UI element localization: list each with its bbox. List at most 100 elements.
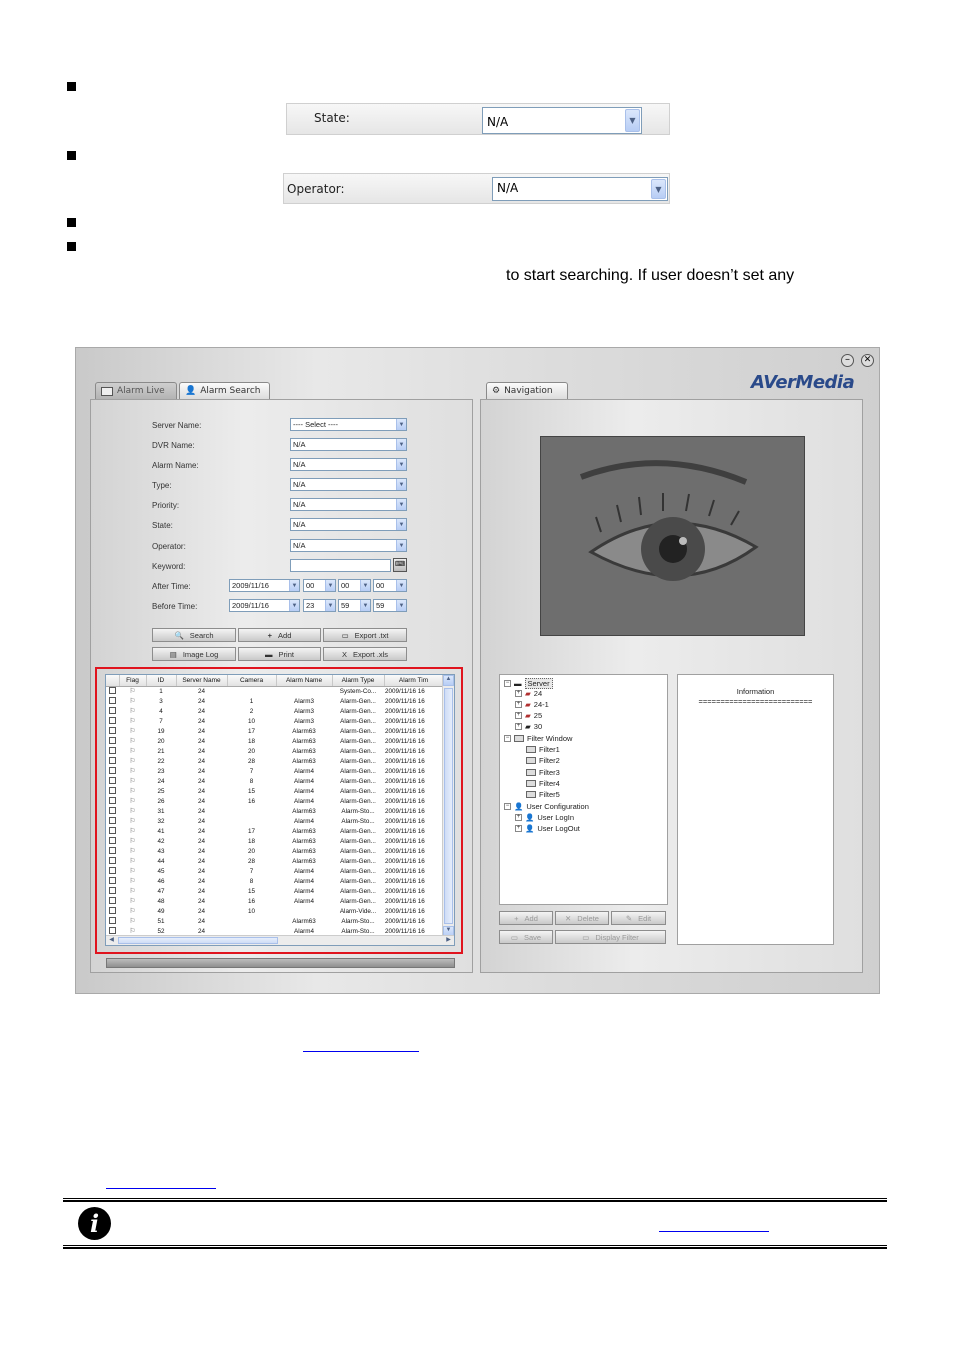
expand-icon[interactable]: +	[515, 690, 522, 697]
tree-node-server[interactable]: − ▬ Server	[504, 678, 553, 689]
after-minute-select[interactable]: 00 ▼	[338, 579, 371, 592]
image-log-label: Image Log	[182, 649, 219, 659]
minimize-icon[interactable]: –	[841, 354, 854, 367]
chevron-down-icon[interactable]: ▼	[325, 600, 335, 611]
chevron-down-icon[interactable]: ▼	[396, 479, 406, 490]
dvr-name-select[interactable]: N/A ▼	[290, 438, 407, 451]
alarm-name-select[interactable]: N/A ▼	[290, 458, 407, 471]
export-txt-button[interactable]: ▭ Export .txt	[323, 628, 407, 642]
tree-node-filter2-label: Filter2	[539, 756, 560, 765]
chevron-down-icon[interactable]: ▼	[396, 519, 406, 530]
information-title: Information	[736, 687, 775, 696]
navigation-icon: ⚙	[492, 386, 501, 396]
export-txt-label: Export .txt	[354, 630, 389, 640]
tree-node-filter-window[interactable]: − Filter Window	[504, 734, 572, 743]
expand-icon[interactable]: +	[515, 712, 522, 719]
link-underline-1[interactable]	[303, 1051, 419, 1052]
tree-save-button[interactable]: ▭ Save	[499, 930, 553, 944]
chevron-down-icon[interactable]: ▼	[396, 600, 406, 611]
tree-node-filter2[interactable]: Filter2	[526, 756, 560, 765]
search-icon: 🔍	[174, 630, 184, 640]
chevron-down-icon[interactable]: ▼	[396, 540, 406, 551]
expand-icon[interactable]: +	[515, 814, 522, 821]
tree-node-server-label: Server	[524, 678, 553, 689]
image-log-button[interactable]: ▤ Image Log	[152, 647, 236, 661]
tree-node-24[interactable]: + ▰ 24	[515, 689, 542, 698]
camera-icon	[101, 386, 113, 396]
user-icon: 👤	[525, 813, 535, 822]
tree-node-filter3[interactable]: Filter3	[526, 768, 560, 777]
tab-navigation[interactable]: ⚙ Navigation	[486, 382, 568, 399]
export-xls-button[interactable]: X Export .xls	[323, 647, 407, 661]
information-rule: ==========================	[698, 697, 813, 706]
expand-icon[interactable]: +	[515, 723, 522, 730]
server-name-select[interactable]: ---- Select ---- ▼	[290, 418, 407, 431]
add-button[interactable]: + Add	[238, 628, 321, 642]
plus-icon: +	[267, 630, 273, 640]
chevron-down-icon[interactable]: ▼	[396, 459, 406, 470]
after-hour-select[interactable]: 00 ▼	[303, 579, 336, 592]
excel-icon: X	[341, 649, 347, 659]
tree-delete-button[interactable]: ✕ Delete	[555, 911, 609, 925]
collapse-icon[interactable]: −	[504, 735, 511, 742]
operator-snippet-value: N/A	[497, 181, 519, 195]
priority-select[interactable]: N/A ▼	[290, 498, 407, 511]
chevron-down-icon[interactable]: ▼	[396, 580, 406, 591]
tree-node-25[interactable]: + ▰ 25	[515, 711, 542, 720]
before-time-label: Before Time:	[152, 602, 198, 611]
filter-icon	[526, 791, 536, 798]
expand-icon[interactable]: +	[515, 701, 522, 708]
before-date-select[interactable]: 2009/11/16 ▼	[229, 599, 300, 612]
chevron-down-icon[interactable]: ▼	[625, 109, 640, 132]
after-second-select[interactable]: 00 ▼	[373, 579, 407, 592]
info-icon: i	[78, 1207, 111, 1240]
chevron-down-icon[interactable]: ▼	[360, 580, 370, 591]
after-date-select[interactable]: 2009/11/16 ▼	[229, 579, 300, 592]
before-minute-select[interactable]: 59 ▼	[338, 599, 371, 612]
keyword-label: Keyword:	[152, 562, 186, 571]
tree-edit-button[interactable]: ✎ Edit	[611, 911, 666, 925]
tree-node-24-1[interactable]: + ▰ 24-1	[515, 700, 549, 709]
tree-node-user-login[interactable]: + 👤 User LogIn	[515, 813, 574, 822]
state-select[interactable]: N/A ▼	[290, 518, 407, 531]
link-underline-3[interactable]	[659, 1231, 769, 1232]
tree-node-user-logout[interactable]: + 👤 User LogOut	[515, 824, 580, 833]
chevron-down-icon[interactable]: ▼	[289, 580, 299, 591]
tree-node-user-configuration[interactable]: − 👤 User Configuration	[504, 802, 589, 811]
tab-alarm-search[interactable]: 👤 Alarm Search	[179, 382, 270, 399]
operator-snippet-select[interactable]: N/A ▼	[492, 177, 668, 201]
keyword-input[interactable]	[290, 559, 391, 572]
display-filter-button[interactable]: ▭ Display Filter	[555, 930, 666, 944]
chevron-down-icon[interactable]: ▼	[325, 580, 335, 591]
tree-node-filter4[interactable]: Filter4	[526, 779, 560, 788]
chevron-down-icon[interactable]: ▼	[651, 179, 666, 199]
close-icon[interactable]: ✕	[861, 354, 874, 367]
before-second-select[interactable]: 59 ▼	[373, 599, 407, 612]
tree-add-button[interactable]: + Add	[499, 911, 553, 925]
print-button[interactable]: ▬ Print	[238, 647, 321, 661]
state-label: State:	[152, 521, 173, 530]
collapse-icon[interactable]: −	[504, 803, 511, 810]
tree-node-filter1[interactable]: Filter1	[526, 745, 560, 754]
tree-node-30[interactable]: + ▰ 30	[515, 722, 542, 731]
chevron-down-icon[interactable]: ▼	[360, 600, 370, 611]
operator-select[interactable]: N/A ▼	[290, 539, 407, 552]
chevron-down-icon[interactable]: ▼	[289, 600, 299, 611]
after-time-label: After Time:	[152, 582, 191, 591]
keyboard-icon[interactable]: ⌨	[393, 558, 407, 572]
tab-alarm-live[interactable]: Alarm Live	[95, 382, 177, 399]
chevron-down-icon[interactable]: ▼	[396, 499, 406, 510]
link-underline-2[interactable]	[106, 1188, 216, 1189]
export-xls-label: Export .xls	[353, 649, 389, 659]
state-snippet-select[interactable]: N/A ▼	[482, 107, 642, 134]
expand-icon[interactable]: +	[515, 825, 522, 832]
server-name-label: Server Name:	[152, 421, 202, 430]
bullet-2	[67, 151, 76, 160]
tree-node-filter5[interactable]: Filter5	[526, 790, 560, 799]
collapse-icon[interactable]: −	[504, 680, 511, 687]
search-button[interactable]: 🔍 Search	[152, 628, 236, 642]
before-hour-select[interactable]: 23 ▼	[303, 599, 336, 612]
type-select[interactable]: N/A ▼	[290, 478, 407, 491]
chevron-down-icon[interactable]: ▼	[396, 419, 406, 430]
chevron-down-icon[interactable]: ▼	[396, 439, 406, 450]
